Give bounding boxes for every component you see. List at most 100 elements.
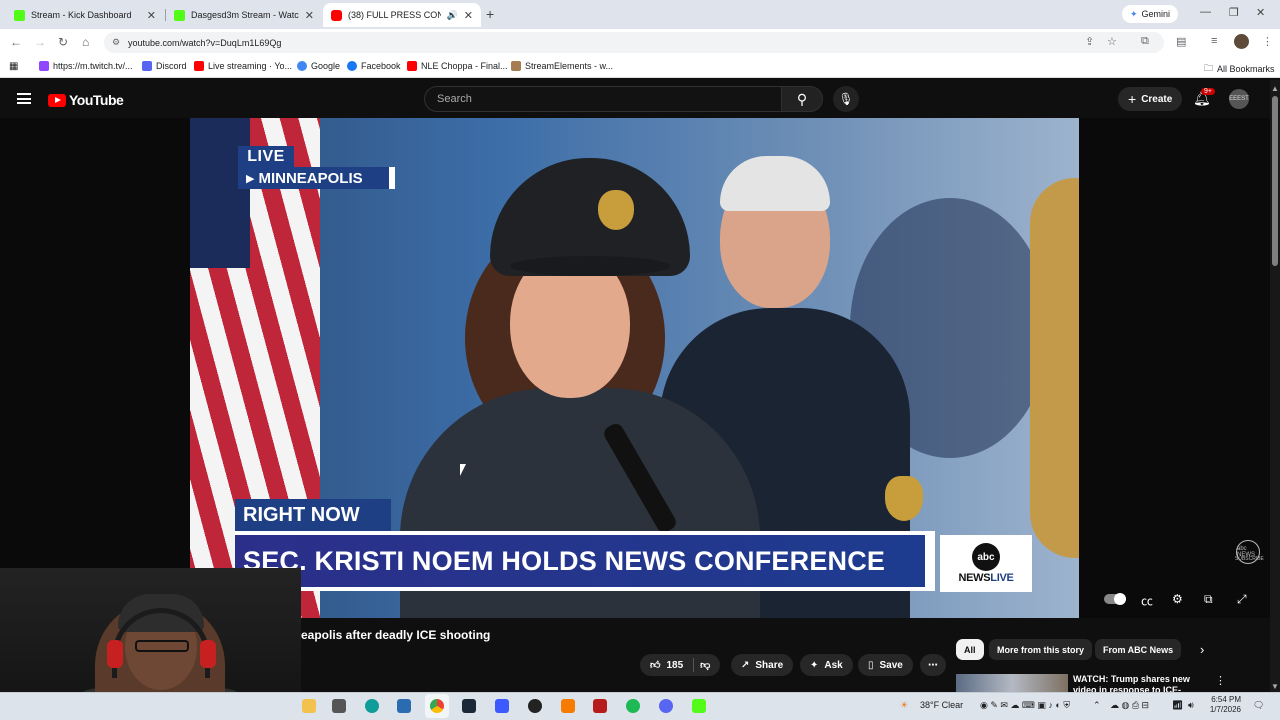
store-icon[interactable] [332, 699, 346, 713]
bookmark-label: Discord [156, 61, 187, 71]
tray-app-icons[interactable]: ◉ ✎ ✉ ☁ ⌨ ▣ ♪ ◐ ⛨ [980, 700, 1070, 711]
scroll-up-icon[interactable]: ▲ [1271, 84, 1279, 93]
url-text: youtube.com/watch?v=DuqLm1L69Qg [128, 37, 282, 48]
close-window-icon[interactable]: ✕ [1256, 6, 1265, 19]
autoplay-toggle[interactable] [1104, 593, 1126, 605]
tab-youtube-video[interactable]: (38) FULL PRESS CONFERENCE 🔊 ✕ [323, 3, 481, 27]
home-icon[interactable]: ⌂ [82, 35, 89, 49]
cap-badge [598, 190, 634, 230]
like-button[interactable]: 👍︎ 185 👎︎ [640, 654, 721, 676]
obs-icon[interactable] [528, 699, 542, 713]
google-icon [297, 61, 307, 71]
recommended-more-icon[interactable]: ⋮ [1215, 674, 1226, 687]
settings-gear-icon[interactable]: ⚙ [1172, 592, 1183, 606]
extensions-icon[interactable]: ⧉ [1141, 35, 1149, 48]
bookmark-nle-choppa[interactable]: NLE Choppa - Final... [407, 61, 508, 71]
discord-taskbar-icon[interactable] [659, 699, 673, 713]
audio-playing-icon[interactable]: 🔊 [447, 10, 458, 21]
streamlabs-icon[interactable] [561, 699, 575, 713]
share-button[interactable]: ↗ Share [731, 654, 794, 676]
chevron-right-icon[interactable]: › [1200, 642, 1204, 657]
tab-kick-dashboard[interactable]: Stream - Kick Dashboard ✕ [6, 3, 164, 27]
tab-kick-stream[interactable]: Dasgesd3m Stream - Watch Live ✕ [166, 3, 322, 27]
scroll-down-icon[interactable]: ▼ [1271, 682, 1279, 691]
recommended-thumbnail[interactable] [956, 674, 1068, 692]
reload-icon[interactable]: ↻ [58, 35, 68, 49]
bookmark-google[interactable]: Google [297, 61, 340, 71]
hamburger-menu-icon[interactable] [17, 93, 31, 104]
ask-button[interactable]: ✦ Ask [800, 654, 853, 676]
facebook-icon [347, 61, 357, 71]
headset-left-ear [107, 640, 123, 668]
volume-icon[interactable]: 🔊︎ [1188, 700, 1194, 711]
fullscreen-icon[interactable]: ⤢ [1237, 592, 1247, 607]
search-input[interactable]: Search [424, 86, 782, 112]
system-tray-icons[interactable]: ☁ ◍ ⎙ ⊟ [1110, 700, 1149, 711]
account-avatar[interactable]: EEEST [1229, 89, 1249, 109]
save-button[interactable]: ▯ Save [858, 654, 913, 676]
outlook-icon[interactable] [397, 699, 411, 713]
miniplayer-icon[interactable]: ⧉ [1204, 592, 1213, 607]
headline-banner: SEC. KRISTI NOEM HOLDS NEWS CONFERENCE [235, 531, 935, 591]
close-tab-icon[interactable]: ✕ [464, 9, 473, 22]
url-field[interactable]: ⚙ youtube.com/watch?v=DuqLm1L69Qg [104, 32, 1164, 53]
chip-all[interactable]: All [956, 639, 984, 660]
all-bookmarks[interactable]: 🗀 All Bookmarks [1204, 61, 1275, 77]
recorder-icon[interactable] [593, 699, 607, 713]
bookmark-twitch[interactable]: https://m.twitch.tv/... [39, 61, 133, 71]
side-panel-icon[interactable]: ▤ [1176, 35, 1186, 48]
thumbs-down-icon[interactable]: 👎︎ [700, 659, 710, 671]
live-tag: LIVE [238, 146, 294, 167]
cap-bill [510, 256, 670, 276]
maximize-icon[interactable]: ❐ [1229, 6, 1239, 19]
install-app-icon[interactable]: ⇪ [1085, 35, 1094, 48]
menu-kebab-icon[interactable]: ⋮ [1262, 35, 1273, 48]
bookmark-star-icon[interactable]: ☆ [1107, 35, 1117, 48]
headline-text: SEC. KRISTI NOEM HOLDS NEWS CONFERENCE [235, 535, 925, 587]
bookmark-streamelements[interactable]: StreamElements - w... [511, 61, 613, 71]
bookmark-facebook[interactable]: Facebook [347, 61, 401, 71]
discord-icon [142, 61, 152, 71]
kick-taskbar-icon[interactable] [692, 699, 706, 713]
create-button[interactable]: + Create [1118, 87, 1183, 111]
weather-text[interactable]: 38°F Clear [920, 700, 963, 710]
bookmark-live-streaming[interactable]: Live streaming · Yo... [194, 61, 292, 71]
taskbar-clock[interactable]: 6:54 PM 1/7/2026 [1207, 695, 1241, 715]
apps-grid-icon[interactable]: ▦ [9, 61, 18, 72]
tab-title: (38) FULL PRESS CONFERENCE [348, 10, 441, 20]
like-divider [693, 658, 695, 672]
scrollbar-thumb[interactable] [1272, 96, 1278, 266]
voice-search-button[interactable]: 🎙 [833, 86, 859, 112]
network-news: NEWS [958, 572, 991, 584]
youtube-logo[interactable]: YouTube [48, 92, 124, 108]
more-actions-button[interactable]: ⋯ [920, 654, 946, 676]
back-icon[interactable]: ← [10, 35, 22, 49]
close-tab-icon[interactable]: ✕ [147, 9, 156, 22]
captions-icon[interactable]: ㏄ [1141, 592, 1153, 609]
ask-label: Ask [824, 659, 843, 671]
file-explorer-icon[interactable] [302, 699, 316, 713]
gemini-label: Gemini [1141, 9, 1171, 19]
search-button[interactable]: ⚲ [781, 86, 823, 112]
steam-icon[interactable] [462, 699, 476, 713]
gemini-button[interactable]: ✦ Gemini [1122, 5, 1179, 23]
forward-icon[interactable]: → [34, 35, 46, 49]
notification-center-icon[interactable]: 🗨︎ [1253, 700, 1264, 711]
minimize-icon[interactable]: — [1200, 6, 1211, 18]
show-hidden-icons[interactable]: ⌃ [1093, 700, 1101, 711]
edge-icon[interactable] [365, 699, 379, 713]
media-controls-icon[interactable]: ≡ [1211, 35, 1217, 47]
new-tab-button[interactable]: + [486, 6, 494, 22]
chip-more-from-story[interactable]: More from this story [989, 639, 1093, 660]
network-wifi-icon[interactable]: 📶︎ [1172, 700, 1183, 711]
chip-from-abc-news[interactable]: From ABC News [1095, 639, 1182, 660]
spotify-icon[interactable] [626, 699, 640, 713]
video-frame[interactable]: LIVE ▶ MINNEAPOLIS RIGHT NOW SEC. KRISTI … [190, 118, 1079, 618]
chrome-icon[interactable] [430, 699, 444, 713]
streamelements-icon [511, 61, 521, 71]
profile-avatar[interactable] [1234, 34, 1249, 49]
app-icon[interactable] [495, 699, 509, 713]
close-tab-icon[interactable]: ✕ [305, 9, 314, 22]
site-info-icon[interactable]: ⚙ [112, 37, 120, 48]
bookmark-discord[interactable]: Discord [142, 61, 187, 71]
